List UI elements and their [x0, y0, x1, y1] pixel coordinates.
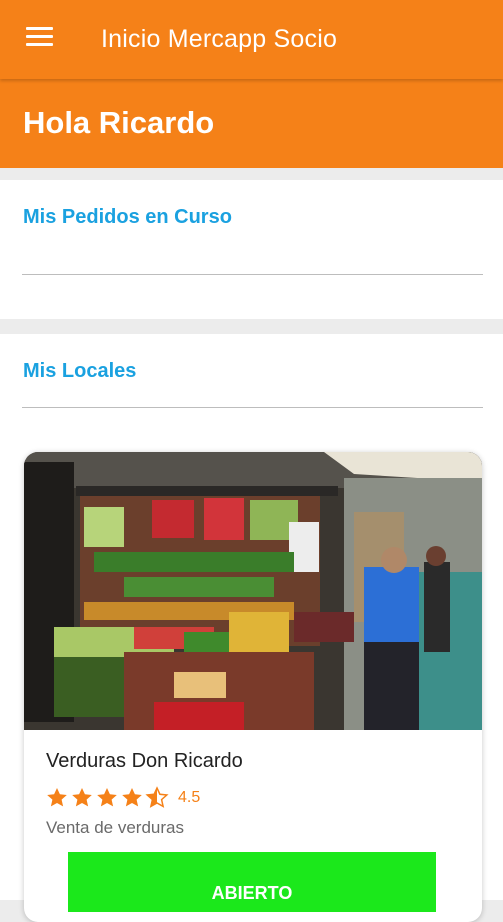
- local-name: Verduras Don Ricardo: [46, 750, 243, 772]
- app-bar: Inicio Mercapp Socio: [0, 0, 503, 79]
- rating-stars: 4.5: [45, 786, 200, 810]
- star-icon: [122, 788, 142, 807]
- open-status-button[interactable]: ABIERTO: [68, 852, 436, 912]
- locales-section-title: Mis Locales: [23, 360, 137, 382]
- hamburger-menu-icon[interactable]: [26, 27, 53, 47]
- app-title: Inicio Mercapp Socio: [101, 25, 338, 53]
- star-icon: [47, 788, 67, 807]
- orders-section-title[interactable]: Mis Pedidos en Curso: [23, 206, 232, 229]
- star-icon: [72, 788, 92, 807]
- rating-value: 4.5: [178, 789, 201, 806]
- local-card[interactable]: Verduras Don Ricardo 4.5 Venta de verdur…: [24, 452, 482, 922]
- star-half-icon: [145, 786, 169, 808]
- greeting-header: Hola Ricardo: [0, 79, 503, 168]
- star-icon: [97, 788, 117, 807]
- orders-divider: [22, 274, 483, 275]
- market-stall-photo: [24, 452, 482, 730]
- locales-divider: [22, 407, 483, 408]
- orders-card: Mis Pedidos en Curso: [0, 180, 503, 319]
- local-description: Venta de verduras: [46, 818, 184, 837]
- greeting-text: Hola Ricardo: [23, 105, 215, 140]
